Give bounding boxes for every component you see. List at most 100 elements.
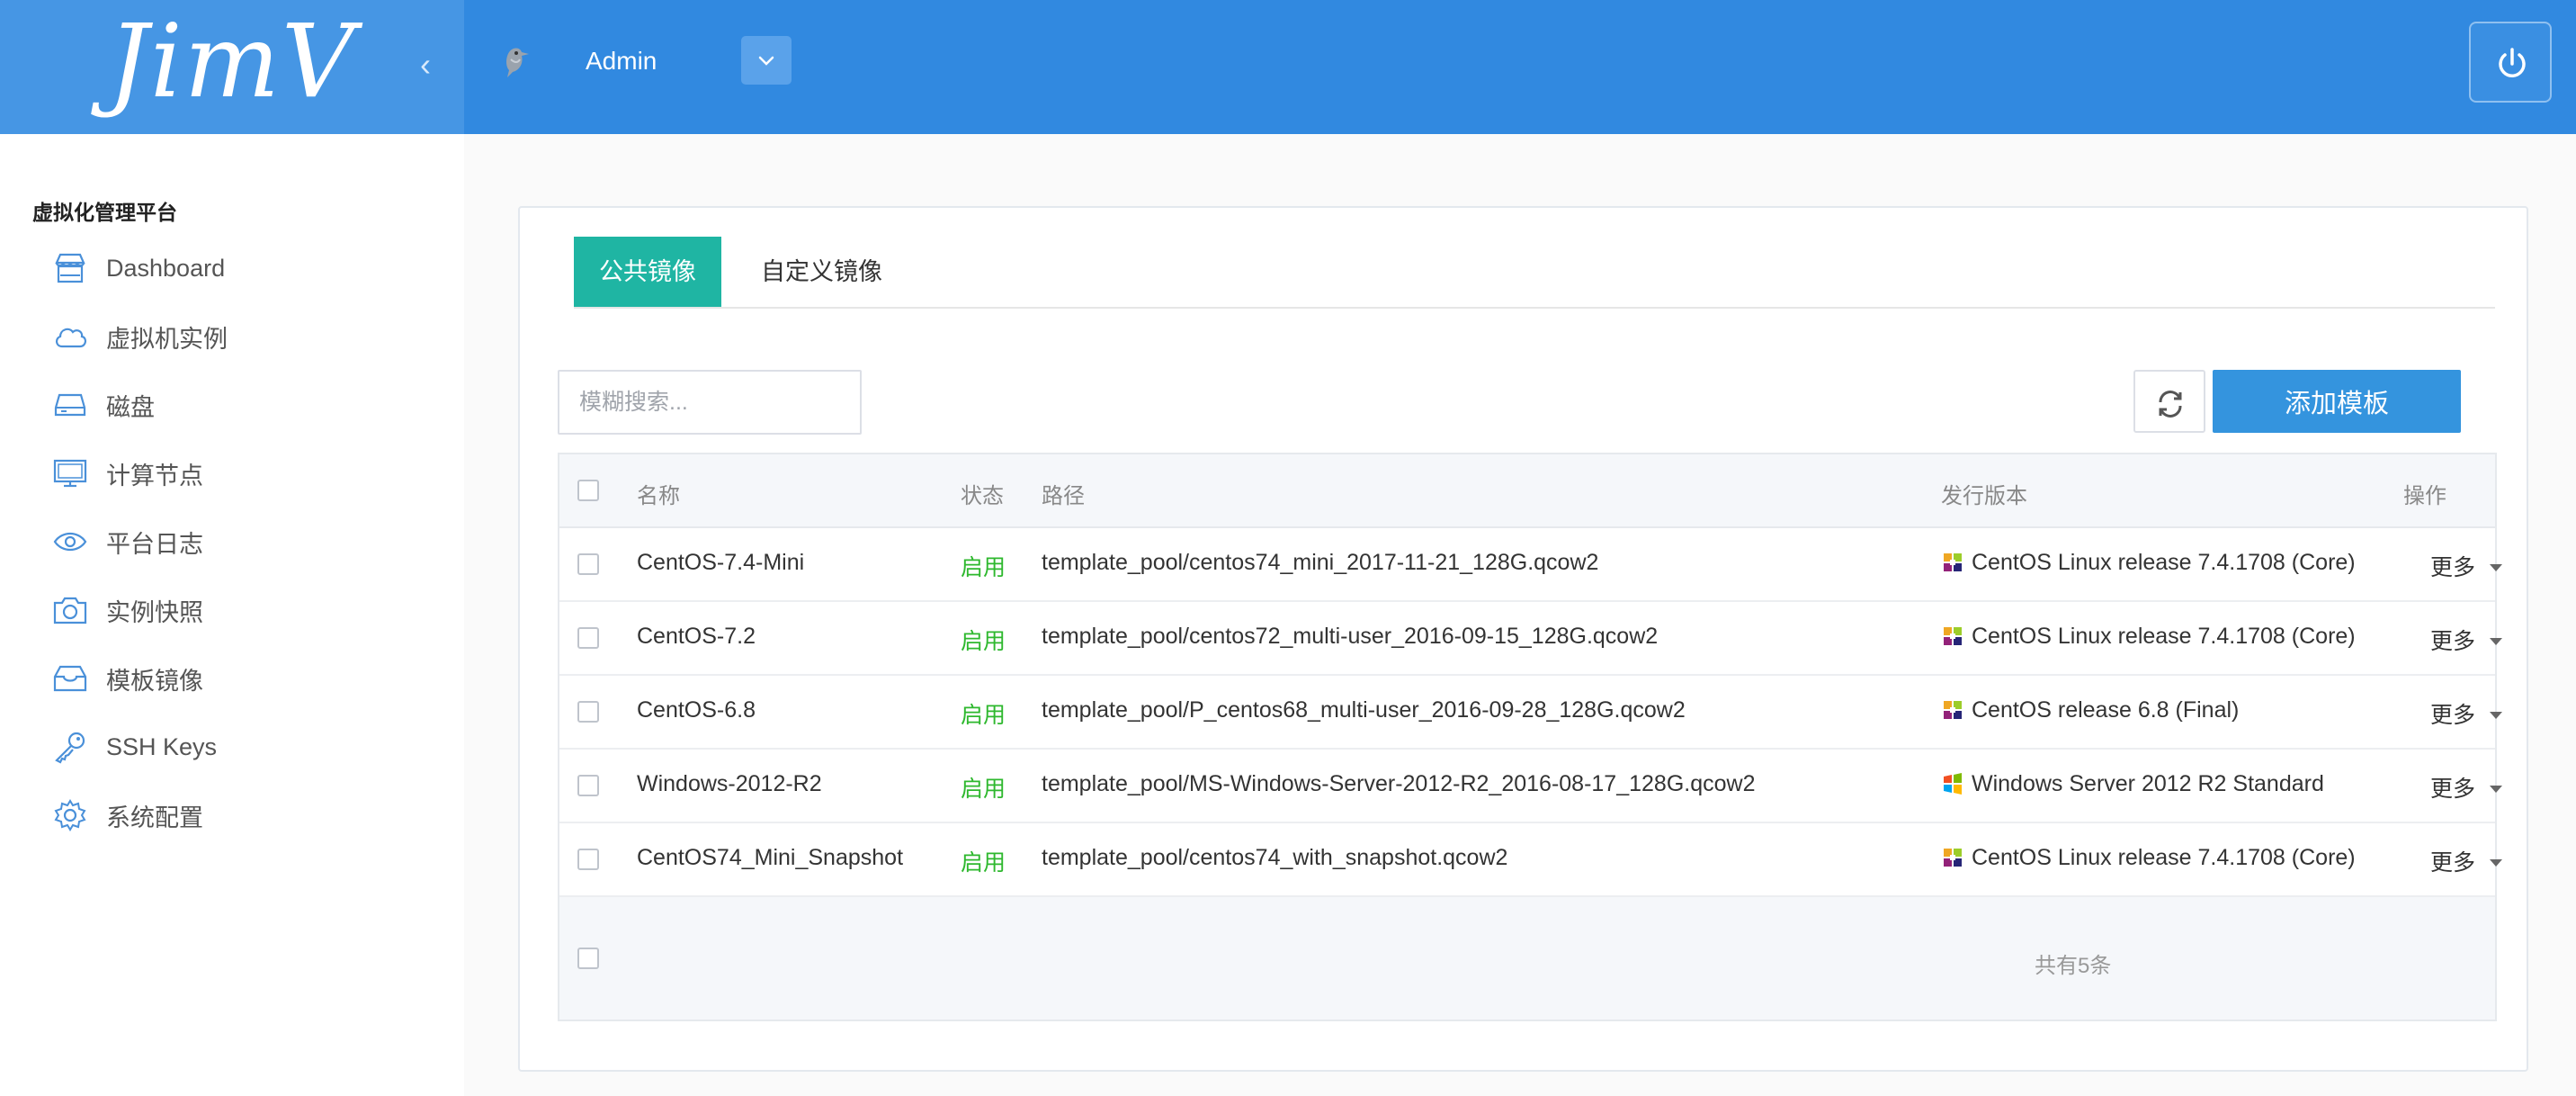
centos-logo-icon (1944, 849, 1962, 867)
sidebar-item-compute-nodes[interactable]: 计算节点 (52, 448, 439, 499)
more-actions-dropdown[interactable]: 更多 (2430, 845, 2503, 877)
sidebar-item-disks[interactable]: 磁盘 (52, 380, 439, 430)
more-label: 更多 (2430, 555, 2476, 580)
status-badge: 启用 (961, 555, 1006, 580)
caret-down-icon (2490, 859, 2503, 867)
release-label: CentOS release 6.8 (Final) (1972, 697, 2240, 723)
refresh-button[interactable] (2133, 370, 2205, 433)
release-label: CentOS Linux release 7.4.1708 (Core) (1972, 845, 2356, 870)
cloud-icon (52, 319, 88, 355)
template-name: CentOS-7.2 (637, 624, 756, 649)
user-name[interactable]: Admin (586, 45, 657, 77)
sidebar-item-label: 平台日志 (106, 530, 203, 558)
sidebar-item-label: 虚拟机实例 (106, 325, 228, 353)
total-count: 共有5条 (2035, 954, 2112, 978)
sidebar-item-ssh-keys[interactable]: SSH Keys (52, 722, 439, 772)
caret-down-icon (2490, 638, 2503, 645)
row-checkbox[interactable] (577, 775, 599, 796)
row-checkbox[interactable] (577, 627, 599, 649)
release-version: Windows Server 2012 R2 Standard (1941, 771, 2324, 797)
column-header-path: 路径 (1042, 484, 1085, 508)
sidebar-item-platform-logs[interactable]: 平台日志 (52, 517, 439, 567)
logout-button[interactable] (2469, 22, 2552, 103)
table-footer: 共有5条 (559, 897, 2495, 1020)
sidebar-item-label: 磁盘 (106, 393, 155, 421)
template-path: template_pool/centos74_with_snapshot.qco… (1042, 845, 1508, 870)
release-version: CentOS Linux release 7.4.1708 (Core) (1941, 624, 2356, 650)
more-actions-dropdown[interactable]: 更多 (2430, 624, 2503, 656)
status-badge: 启用 (961, 703, 1006, 728)
row-checkbox[interactable] (577, 849, 599, 870)
template-path: template_pool/centos72_multi-user_2016-0… (1042, 624, 1659, 649)
footer-select-all-checkbox[interactable] (577, 948, 599, 969)
release-version: CentOS release 6.8 (Final) (1941, 697, 2239, 723)
sidebar-item-dashboard[interactable]: Dashboard (52, 243, 439, 293)
column-header-name: 名称 (637, 484, 680, 508)
tab-public-images[interactable]: 公共镜像 (574, 237, 721, 307)
status-badge: 启用 (961, 850, 1006, 876)
table-row[interactable]: CentOS-6.8 启用 template_pool/P_centos68_m… (559, 676, 2503, 750)
template-path: template_pool/P_centos68_multi-user_2016… (1042, 697, 1686, 723)
add-template-button[interactable]: 添加模板 (2213, 370, 2461, 433)
table-header: 名称 状态 路径 发行版本 操作 (559, 454, 2495, 528)
sidebar-item-label: 计算节点 (106, 462, 203, 490)
release-label: CentOS Linux release 7.4.1708 (Core) (1972, 624, 2356, 649)
power-icon (2499, 48, 2526, 77)
centos-logo-icon (1944, 701, 1962, 719)
row-checkbox[interactable] (577, 701, 599, 723)
template-name: CentOS-6.8 (637, 697, 756, 723)
more-actions-dropdown[interactable]: 更多 (2430, 697, 2503, 730)
more-label: 更多 (2430, 703, 2476, 728)
gear-icon (52, 797, 88, 833)
more-actions-dropdown[interactable]: 更多 (2430, 771, 2503, 804)
sidebar-item-snapshots[interactable]: 实例快照 (52, 585, 439, 635)
sidebar-item-label: 模板镜像 (106, 667, 203, 695)
store-icon (52, 250, 88, 286)
top-header: JimV ‹ Admin (0, 0, 2576, 134)
table-row[interactable]: CentOS-7.2 启用 template_pool/centos72_mul… (559, 602, 2503, 676)
app-logo[interactable]: JimV (108, 4, 356, 121)
sidebar-item-template-images[interactable]: 模板镜像 (52, 653, 439, 704)
main-panel: 公共镜像 自定义镜像 添加模板 名称 状态 路径 发行版本 操作 CentOS-… (518, 206, 2528, 1072)
release-version: CentOS Linux release 7.4.1708 (Core) (1941, 845, 2356, 871)
monitor-icon (52, 455, 88, 491)
caret-down-icon (2490, 564, 2503, 571)
more-label: 更多 (2430, 777, 2476, 802)
caret-down-icon (2490, 786, 2503, 793)
sidebar: 虚拟化管理平台 Dashboard 虚拟机实例 磁盘 计算节点 平台日志 实例快 (0, 134, 464, 1096)
select-all-checkbox[interactable] (577, 480, 599, 501)
sidebar-item-vm-instances[interactable]: 虚拟机实例 (52, 311, 439, 362)
sidebar-collapse-button[interactable]: ‹ (412, 47, 439, 83)
template-path: template_pool/centos74_mini_2017-11-21_1… (1042, 550, 1599, 575)
tab-custom-images[interactable]: 自定义镜像 (734, 237, 909, 307)
column-header-actions: 操作 (2403, 484, 2446, 508)
sidebar-item-label: Dashboard (106, 254, 226, 282)
status-badge: 启用 (961, 629, 1006, 654)
table-row[interactable]: Windows-2012-R2 启用 template_pool/MS-Wind… (559, 750, 2503, 823)
release-label: Windows Server 2012 R2 Standard (1972, 771, 2324, 796)
more-label: 更多 (2430, 850, 2476, 876)
search-input[interactable] (558, 370, 862, 435)
more-actions-dropdown[interactable]: 更多 (2430, 550, 2503, 582)
table-row[interactable]: CentOS74_Mini_Snapshot 启用 template_pool/… (559, 823, 2503, 897)
refresh-icon (2159, 391, 2182, 418)
template-name: CentOS-7.4-Mini (637, 550, 805, 575)
bird-avatar-icon[interactable] (502, 43, 532, 81)
template-name: Windows-2012-R2 (637, 771, 822, 796)
sidebar-title: 虚拟化管理平台 (32, 201, 177, 224)
release-label: CentOS Linux release 7.4.1708 (Core) (1972, 550, 2356, 575)
windows-logo-icon (1944, 773, 1962, 795)
template-name: CentOS74_Mini_Snapshot (637, 845, 904, 870)
template-table: 名称 状态 路径 发行版本 操作 CentOS-7.4-Mini 启用 temp… (558, 453, 2503, 1021)
user-dropdown-button[interactable] (741, 36, 792, 85)
column-header-release: 发行版本 (1941, 484, 2027, 508)
logo-area: JimV ‹ (0, 0, 464, 134)
status-badge: 启用 (961, 777, 1006, 802)
sidebar-item-system-settings[interactable]: 系统配置 (52, 790, 439, 840)
release-version: CentOS Linux release 7.4.1708 (Core) (1941, 550, 2356, 576)
table-row[interactable]: CentOS-7.4-Mini 启用 template_pool/centos7… (559, 528, 2503, 602)
sidebar-item-label: SSH Keys (106, 732, 218, 760)
inbox-icon (52, 660, 88, 696)
more-label: 更多 (2430, 629, 2476, 654)
row-checkbox[interactable] (577, 553, 599, 575)
